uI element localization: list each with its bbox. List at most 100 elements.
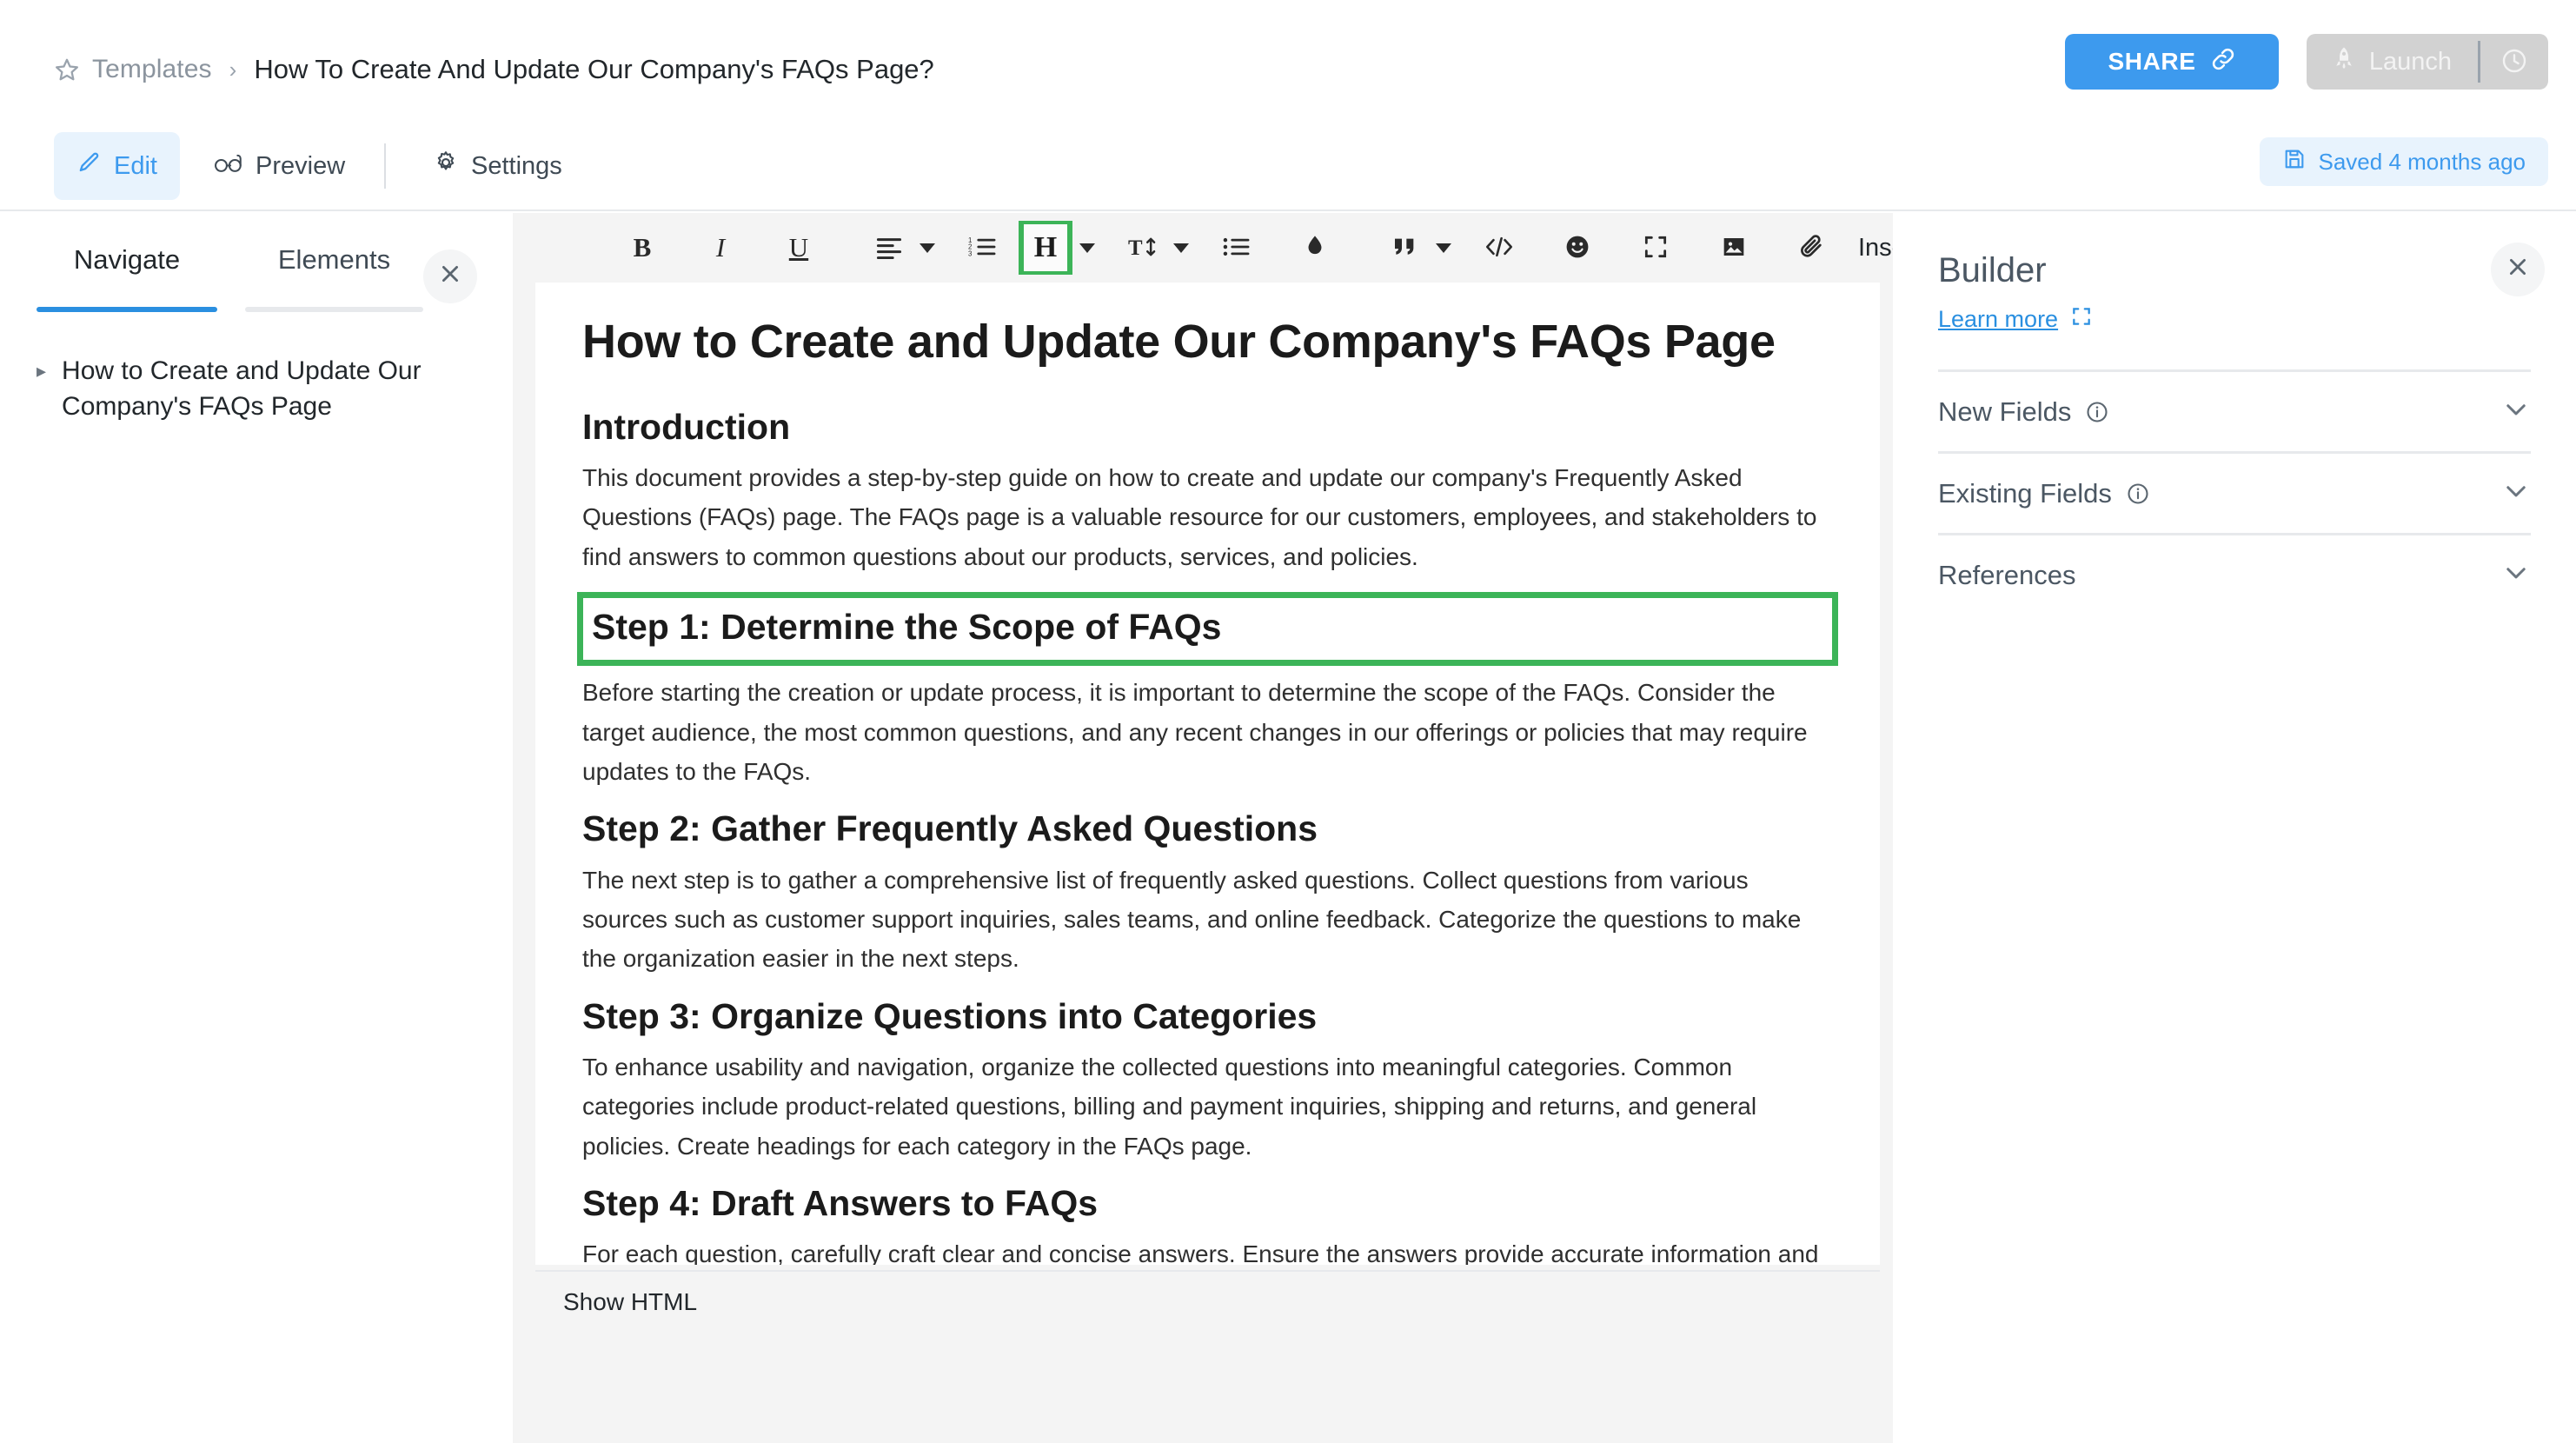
info-icon[interactable] (2126, 482, 2150, 506)
sidebar-tabs: Navigate Elements (0, 237, 513, 312)
heading-dropdown-caret-icon[interactable] (1079, 243, 1095, 253)
document-paragraph-step-4: For each question, carefully craft clear… (582, 1234, 1833, 1265)
sidebar-close-button[interactable] (423, 249, 477, 303)
quote-icon (1391, 235, 1419, 262)
builder-section-existing-fields[interactable]: Existing Fields (1938, 451, 2531, 533)
align-button[interactable] (862, 221, 916, 275)
builder-section-new-fields[interactable]: New Fields (1938, 369, 2531, 451)
sidebar-tab-navigate[interactable]: Navigate (37, 237, 217, 312)
image-button[interactable] (1707, 221, 1761, 275)
page-title: How To Create And Update Our Company's F… (254, 54, 933, 85)
emoji-icon (1564, 233, 1591, 263)
breadcrumb-separator-icon: › (229, 57, 237, 83)
share-button-label: SHARE (2108, 48, 2195, 76)
fullscreen-icon (1642, 233, 1670, 263)
quote-dropdown-caret-icon[interactable] (1436, 243, 1451, 253)
builder-panel-close-button[interactable] (2491, 243, 2545, 296)
saved-status-label: Saved 4 months ago (2319, 149, 2526, 176)
mode-tab-row: Edit Preview Settings (0, 124, 2576, 211)
underline-button[interactable]: U (772, 221, 826, 275)
document-paragraph-step-2: The next step is to gather a comprehensi… (582, 861, 1833, 979)
heading-button[interactable]: H (1019, 221, 1072, 275)
gear-icon (433, 150, 459, 183)
document-title-text: How to Create and Update Our Company's F… (582, 316, 1776, 368)
document-heading-introduction: Introduction (582, 405, 1833, 449)
document-heading-step-4: Step 4: Draft Answers to FAQs (582, 1181, 1833, 1226)
share-button[interactable]: SHARE (2065, 34, 2279, 90)
close-icon (2506, 254, 2530, 286)
launch-button-label: Launch (2369, 48, 2452, 76)
selected-heading-highlight-box[interactable]: Step 1: Determine the Scope of FAQs (577, 592, 1838, 666)
learn-more-link[interactable]: Learn more (1938, 305, 2093, 334)
italic-button[interactable]: I (694, 221, 747, 275)
attachment-button[interactable] (1785, 221, 1839, 275)
document-canvas[interactable]: How to Create and Update Our Company's F… (535, 283, 1880, 1265)
breadcrumb: Templates › How To Create And Update Our… (54, 54, 934, 85)
info-icon[interactable] (2085, 400, 2109, 424)
tab-settings[interactable]: Settings (410, 132, 585, 200)
close-icon (438, 261, 462, 293)
chevron-down-icon[interactable] (2501, 476, 2531, 510)
image-icon (1720, 233, 1748, 263)
saved-status-badge[interactable]: Saved 4 months ago (2260, 137, 2549, 186)
quote-button[interactable] (1378, 221, 1432, 275)
sidebar-tab-elements-underline (245, 307, 423, 312)
sidebar-tab-elements-label: Elements (254, 244, 415, 289)
pencil-icon (76, 150, 102, 183)
chevron-right-icon[interactable]: ▸ (37, 354, 46, 389)
emoji-button[interactable] (1550, 221, 1604, 275)
builder-panel-title: Builder (1938, 251, 2047, 290)
tab-edit-label: Edit (114, 152, 157, 181)
breadcrumb-parent-link[interactable]: Templates (92, 55, 212, 84)
code-button[interactable] (1472, 221, 1526, 275)
text-size-dropdown-caret-icon[interactable] (1173, 243, 1189, 253)
link-icon (2210, 46, 2236, 78)
text-size-button[interactable]: T (1116, 221, 1170, 275)
builder-panel: Builder Learn more New Fields (1893, 213, 2576, 1443)
document-heading-step-2: Step 2: Gather Frequently Asked Question… (582, 807, 1833, 851)
ordered-list-button[interactable]: 1 2 3 (956, 221, 1010, 275)
svg-text:T: T (1128, 236, 1143, 260)
code-icon (1484, 235, 1514, 262)
launch-button[interactable]: Launch (2307, 34, 2478, 90)
builder-section-existing-fields-label: Existing Fields (1938, 478, 2112, 509)
expand-icon (2070, 305, 2093, 334)
align-dropdown-caret-icon[interactable] (920, 243, 935, 253)
tab-edit[interactable]: Edit (54, 132, 180, 200)
bullet-list-button[interactable] (1210, 221, 1264, 275)
editor-toolbar: B I U 1 2 3 (513, 213, 1893, 283)
nav-tree-item[interactable]: ▸ How to Create and Update Our Company's… (37, 354, 471, 425)
tab-divider (384, 143, 386, 189)
color-button[interactable] (1288, 221, 1342, 275)
tab-preview[interactable]: Preview (191, 132, 368, 200)
left-sidebar: Navigate Elements ▸ How to Create and Up… (0, 213, 513, 1443)
attachment-icon (1798, 233, 1826, 263)
chevron-down-icon[interactable] (2501, 395, 2531, 429)
star-icon[interactable] (54, 57, 80, 83)
bold-button[interactable]: B (615, 221, 669, 275)
builder-section-new-fields-label: New Fields (1938, 396, 2071, 428)
learn-more-label: Learn more (1938, 306, 2058, 333)
heading-icon: H (1024, 224, 1067, 271)
sidebar-tab-elements[interactable]: Elements (245, 237, 423, 312)
document-paragraph-step-3: To enhance usability and navigation, org… (582, 1047, 1833, 1166)
document-paragraph-step-1: Before starting the creation or update p… (582, 673, 1833, 791)
top-bar: Templates › How To Create And Update Our… (0, 0, 2576, 124)
align-left-icon (874, 235, 904, 262)
builder-section-references[interactable]: References (1938, 533, 2531, 615)
clock-icon (2500, 47, 2528, 77)
builder-sections: New Fields Existing Fields (1938, 369, 2531, 615)
launch-button-group: Launch (2307, 34, 2548, 90)
tab-preview-label: Preview (256, 152, 345, 181)
chevron-down-icon[interactable] (2501, 558, 2531, 592)
editor-pane: B I U 1 2 3 (513, 213, 1893, 1443)
color-drop-icon (1301, 233, 1329, 263)
show-html-toggle[interactable]: Show HTML (563, 1288, 697, 1316)
fullscreen-button[interactable] (1629, 221, 1683, 275)
document-heading-step-3: Step 3: Organize Questions into Categori… (582, 994, 1833, 1039)
text-size-icon: T (1128, 234, 1158, 263)
italic-icon: I (716, 232, 725, 263)
builder-section-references-label: References (1938, 560, 2076, 591)
svg-text:3: 3 (968, 249, 973, 257)
launch-history-button[interactable] (2480, 34, 2548, 90)
